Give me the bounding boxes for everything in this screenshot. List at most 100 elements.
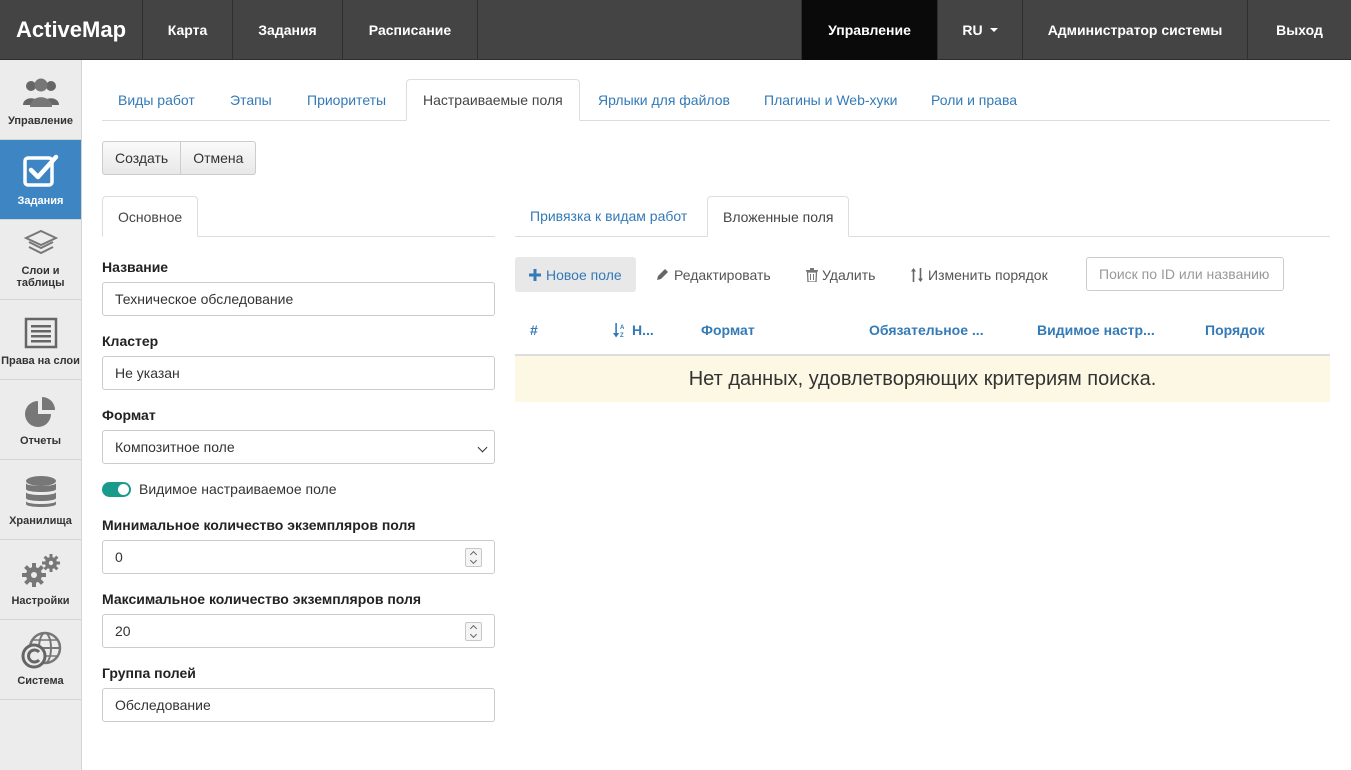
sidebar-item-label: Отчеты xyxy=(19,435,62,447)
tab-priorities[interactable]: Приоритеты xyxy=(291,79,402,121)
format-select-value: Композитное поле xyxy=(115,439,235,455)
min-instances-input[interactable]: 0 xyxy=(102,540,495,574)
group-input[interactable]: Обследование xyxy=(102,688,495,722)
new-field-button[interactable]: Новое поле xyxy=(515,257,636,292)
edit-label: Редактировать xyxy=(674,266,771,283)
tab-work-type-binding[interactable]: Привязка к видам работ xyxy=(515,196,702,237)
edit-button[interactable]: Редактировать xyxy=(655,257,771,292)
column-name[interactable]: AZ Н... xyxy=(613,322,654,338)
tab-nested-fields[interactable]: Вложенные поля xyxy=(707,196,850,237)
gears-icon xyxy=(20,553,62,589)
cluster-label: Кластер xyxy=(102,333,159,349)
svg-text:Z: Z xyxy=(620,333,624,338)
sidebar-item-management[interactable]: Управление xyxy=(0,60,81,140)
navbar-spacer xyxy=(478,0,802,59)
new-field-label: Новое поле xyxy=(546,266,622,283)
table-empty-row: Нет данных, удовлетворяющих критериям по… xyxy=(515,356,1330,402)
format-label: Формат xyxy=(102,407,156,423)
language-dropdown[interactable]: RU xyxy=(938,0,1023,60)
column-visible[interactable]: Видимое настр... xyxy=(1037,322,1155,338)
settings-tabs: Виды работ Этапы Приоритеты Настраиваемы… xyxy=(102,79,1330,121)
database-icon xyxy=(24,475,58,509)
sidebar-item-settings[interactable]: Настройки xyxy=(0,540,81,620)
column-format[interactable]: Формат xyxy=(701,322,755,338)
delete-button[interactable]: Удалить xyxy=(806,257,875,292)
chevron-down-icon xyxy=(477,442,488,453)
nav-item-schedule[interactable]: Расписание xyxy=(343,0,478,60)
action-buttons: Создать Отмена xyxy=(102,141,257,175)
sidebar-item-label: Настройки xyxy=(11,595,70,607)
users-icon xyxy=(21,77,61,109)
sidebar-item-label-line2: таблицы xyxy=(16,277,65,289)
sidebar-item-reports[interactable]: Отчеты xyxy=(0,380,81,460)
sidebar-item-label-line1: Слои и xyxy=(21,265,60,277)
list-icon xyxy=(24,317,58,349)
nested-tabs: Привязка к видам работ Вложенные поля xyxy=(515,196,1330,237)
column-id[interactable]: # xyxy=(530,322,538,338)
language-label: RU xyxy=(962,22,983,38)
min-instances-label: Минимальное количество экземпляров поля xyxy=(102,517,416,533)
sidebar-item-tasks[interactable]: Задания xyxy=(0,140,81,220)
nested-fields-panel: Привязка к видам работ Вложенные поля xyxy=(515,196,1330,237)
logout-button[interactable]: Выход xyxy=(1248,0,1351,60)
nav-item-map[interactable]: Карта xyxy=(143,0,233,60)
reorder-label: Изменить порядок xyxy=(928,266,1048,283)
svg-text:A: A xyxy=(620,325,625,331)
sidebar-item-layer-rights[interactable]: Права на слои xyxy=(0,300,81,380)
nav-item-user[interactable]: Администратор системы xyxy=(1023,0,1248,60)
brand-logo[interactable]: ActiveMap xyxy=(0,0,143,60)
sidebar-item-system[interactable]: Система xyxy=(0,620,81,700)
checkbox-icon xyxy=(22,153,60,189)
column-name-label: Н... xyxy=(632,322,654,338)
tab-roles-rights[interactable]: Роли и права xyxy=(915,79,1033,121)
format-select[interactable]: Композитное поле xyxy=(102,430,495,464)
tab-work-types[interactable]: Виды работ xyxy=(102,79,211,121)
delete-label: Удалить xyxy=(822,266,876,283)
tab-basic[interactable]: Основное xyxy=(102,196,199,237)
group-label: Группа полей xyxy=(102,665,196,681)
top-navbar: ActiveMap Карта Задания Расписание Управ… xyxy=(0,0,1351,60)
max-instances-input[interactable]: 20 xyxy=(102,614,495,648)
sidebar: Управление Задания Слои и таблицы Права … xyxy=(0,60,82,770)
sidebar-item-label: Задания xyxy=(17,195,64,207)
form-tabs: Основное xyxy=(102,196,495,237)
name-label: Название xyxy=(102,259,169,275)
plus-icon xyxy=(529,268,541,281)
name-input[interactable]: Техническое обследование xyxy=(102,282,495,316)
nav-item-tasks[interactable]: Задания xyxy=(233,0,343,60)
tab-stages[interactable]: Этапы xyxy=(214,79,288,121)
sidebar-item-label: Права на слои xyxy=(1,355,80,367)
max-instances-value: 20 xyxy=(115,623,131,639)
search-input[interactable]: Поиск по ID или названию xyxy=(1086,257,1284,291)
nav-item-management[interactable]: Управление xyxy=(802,0,938,60)
visible-toggle-label: Видимое настраиваемое поле xyxy=(139,481,337,497)
tab-plugins-webhooks[interactable]: Плагины и Web-хуки xyxy=(748,79,913,121)
pencil-icon xyxy=(655,268,669,282)
max-instances-label: Максимальное количество экземпляров поля xyxy=(102,591,422,607)
sidebar-item-label: Хранилища xyxy=(9,515,72,527)
sort-arrows-icon xyxy=(910,267,924,282)
sidebar-item-storage[interactable]: Хранилища xyxy=(0,460,81,540)
min-instances-value: 0 xyxy=(115,549,123,565)
number-spinner-icon[interactable] xyxy=(465,622,482,641)
sidebar-item-label: Система xyxy=(17,675,64,687)
sidebar-item-layers[interactable]: Слои и таблицы xyxy=(0,220,81,300)
reorder-button[interactable]: Изменить порядок xyxy=(910,257,1048,292)
sidebar-item-label: Управление xyxy=(7,115,73,127)
cancel-button[interactable]: Отмена xyxy=(181,141,257,175)
tab-custom-fields[interactable]: Настраиваемые поля xyxy=(406,79,580,121)
pie-chart-icon xyxy=(23,395,59,429)
cluster-input[interactable]: Не указан xyxy=(102,356,495,390)
layers-icon xyxy=(23,229,58,259)
column-order[interactable]: Порядок xyxy=(1205,322,1265,338)
tab-file-labels[interactable]: Ярлыки для файлов xyxy=(582,79,746,121)
globe-copyright-icon xyxy=(20,631,62,669)
sort-alpha-icon: AZ xyxy=(613,322,627,338)
column-required[interactable]: Обязательное ... xyxy=(869,322,984,338)
caret-down-icon xyxy=(989,28,998,32)
create-button[interactable]: Создать xyxy=(102,141,182,175)
visible-toggle[interactable] xyxy=(102,482,131,497)
trash-icon xyxy=(806,267,818,282)
field-form: Основное Название Техническое обследован… xyxy=(102,196,495,722)
number-spinner-icon[interactable] xyxy=(465,548,482,567)
